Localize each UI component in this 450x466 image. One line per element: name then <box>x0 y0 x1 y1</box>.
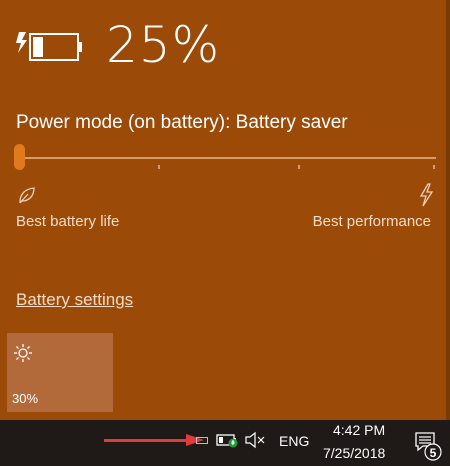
brightness-value: 30% <box>12 391 39 406</box>
clock-time[interactable]: 4:42 PM <box>333 422 385 438</box>
tray-icon[interactable] <box>196 437 208 444</box>
power-mode-slider-track[interactable] <box>18 157 436 159</box>
best-performance-label: Best performance <box>312 213 431 230</box>
clock-date[interactable]: 7/25/2018 <box>323 445 385 461</box>
brightness-tile[interactable]: 30% <box>7 333 113 412</box>
battery-charging-icon <box>16 32 82 61</box>
notification-count: 5 <box>430 446 437 460</box>
battery-percent: 25% <box>106 16 221 74</box>
battery-flyout: 25% Power mode (on battery): Battery sav… <box>0 0 450 420</box>
leaf-icon <box>19 187 35 204</box>
slider-tick <box>433 165 435 169</box>
slider-tick <box>158 165 160 169</box>
best-battery-life-label: Best battery life <box>16 213 120 230</box>
sun-icon <box>14 344 32 362</box>
battery-settings-link[interactable]: Battery settings <box>16 290 133 310</box>
action-center-icon[interactable]: 5 <box>413 430 443 462</box>
lightning-bolt-icon <box>419 183 434 207</box>
power-mode-slider-thumb[interactable] <box>14 144 25 170</box>
battery-tray-icon[interactable] <box>216 432 240 448</box>
language-indicator[interactable]: ENG <box>279 433 309 449</box>
power-mode-label: Power mode (on battery): Battery saver <box>16 112 348 133</box>
red-arrow-annotation <box>104 434 204 446</box>
volume-muted-icon[interactable] <box>244 431 266 449</box>
slider-tick <box>298 165 300 169</box>
